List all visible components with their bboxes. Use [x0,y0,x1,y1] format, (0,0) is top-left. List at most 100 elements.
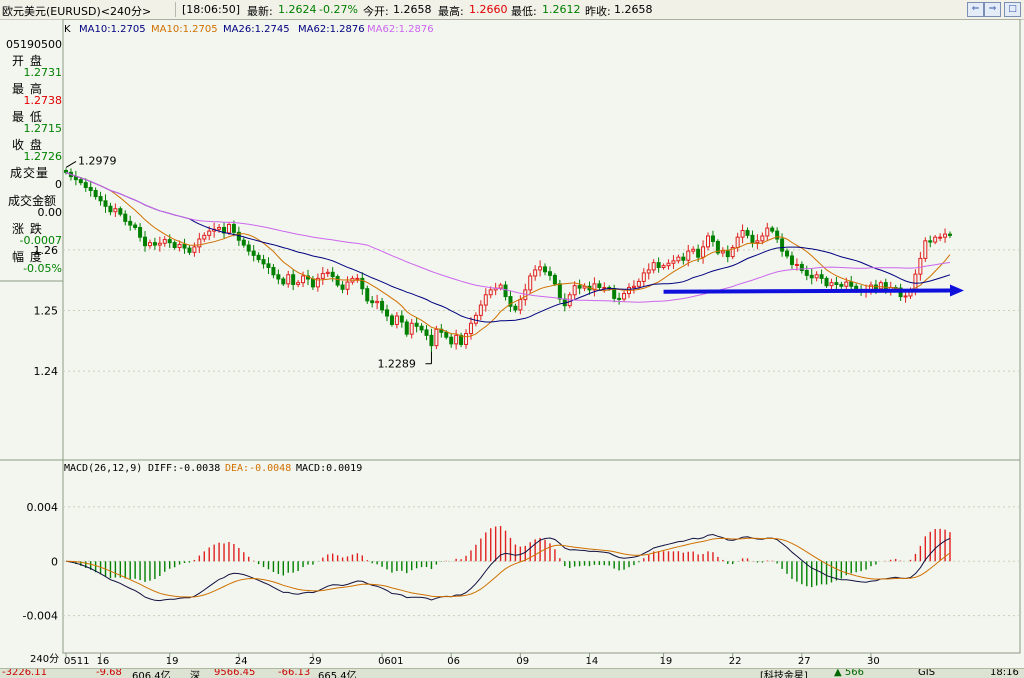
price-grid: 1.24 1.25 1.26 [34,244,1020,378]
price-tick-label: 1.26 [34,244,59,257]
candle-body [755,240,760,244]
macd-legend-dea: DEA:-0.0048 [225,463,291,474]
candle-body [345,281,350,290]
candle-body [720,250,725,254]
candle-body [829,282,834,287]
candle-body [123,213,128,222]
candle-body [503,284,508,298]
candle-body [64,170,68,173]
candle-body [617,297,622,300]
candle-body [478,304,483,316]
macd-tick-label: -0.004 [23,610,58,623]
high-marker-line [65,161,77,168]
candle-body [691,248,696,252]
candle-body [454,334,459,345]
candle-body [533,269,538,277]
candle-body [612,288,617,299]
x-tick-label: 19 [166,656,179,667]
quote-time: [18:06:50] [182,3,240,16]
candle-body [636,280,641,287]
candle-body [98,196,103,202]
x-tick-label: 14 [585,656,598,667]
candle-body [948,233,952,236]
macd-legend-diff: DIFF:-0.0038 [148,463,220,474]
candle-body [928,240,933,243]
restore-right-icon[interactable]: ⇒ [984,2,1001,17]
candle-body [310,278,315,288]
price-tick-label: 1.24 [34,365,59,378]
candle-body [444,331,449,338]
candle-body [370,300,375,304]
candle-body [681,256,686,261]
ma-legend-item: MA62:1.2876 [367,24,434,35]
candlestick-series [64,168,952,353]
maximize-icon[interactable]: □ [1004,2,1021,17]
candle-body [473,314,478,324]
candle-body [780,238,785,252]
candle-body [449,336,454,345]
x-tick-label: 09 [516,656,529,667]
candle-body [202,234,207,240]
candle-body [217,226,222,230]
ma-legend-item: MA10:1.2705 [79,24,146,35]
candle-body [765,227,770,237]
restore-left-icon[interactable]: ⇐ [967,2,984,17]
candle-body [78,179,83,184]
ma-line [65,171,951,338]
candle-body [839,283,844,287]
candle-body [543,266,548,273]
candle-body [143,236,148,247]
candle-body [83,182,88,188]
ma-legend-item: MA26:1.2745 [223,24,290,35]
macd-tick-label: 0.004 [27,501,59,514]
candle-body [518,299,523,311]
ma-legend-item: MA10:1.2705 [151,24,218,35]
candle-body [404,321,409,335]
candle-body [483,294,488,306]
candle-body [88,186,93,192]
candle-body [113,208,118,213]
candle-body [380,300,385,311]
candle-body [177,243,182,248]
candle-body [903,295,908,298]
low-marker-label: 1.2289 [377,358,416,371]
candle-body [710,235,715,242]
latest-price: 1.2624 [278,3,317,16]
candle-body [261,259,266,265]
price-tick-label: 1.25 [34,305,59,318]
macd-panel-frame [62,459,1021,654]
period-label: 240分 [30,653,59,665]
candle-body [187,247,192,253]
candle-body [878,282,883,290]
x-tick-label: 27 [798,656,811,667]
candle-body [760,235,765,242]
candle-body [385,309,390,317]
candle-body [725,250,730,258]
candle-body [340,284,345,290]
candle-body [325,271,330,275]
macd-legend: MACD(26,12,9) DIFF:-0.0038 DEA:-0.0048 M… [64,463,362,474]
macd-legend-macd: MACD:0.0019 [296,463,362,474]
candle-body [750,234,755,244]
change-percent: -0.27% [319,3,358,16]
ma-legend-item: MA62:1.2876 [298,24,365,35]
candle-body [355,277,360,280]
candle-body [256,254,261,261]
candle-body [923,240,928,259]
chart-canvas[interactable]: K MA10:1.2705 MA10:1.2705 MA26:1.2745 MA62:… [0,19,1024,668]
candle-body [147,242,152,247]
candle-body [809,274,814,279]
x-tick-label: 0511 [64,656,89,667]
candle-body [291,274,296,285]
candle-body [557,283,562,300]
ma-line [65,171,951,303]
candle-body [602,286,607,289]
candle-body [819,274,824,279]
candle-body [676,256,681,262]
candle-body [118,208,123,215]
x-axis-ticks: 0511 16 19 24 29 0601 06 09 14 19 22 27 30 [64,653,880,667]
candle-body [231,223,236,233]
candle-body [414,322,419,327]
candle-body [918,257,923,275]
candle-body [138,226,143,238]
